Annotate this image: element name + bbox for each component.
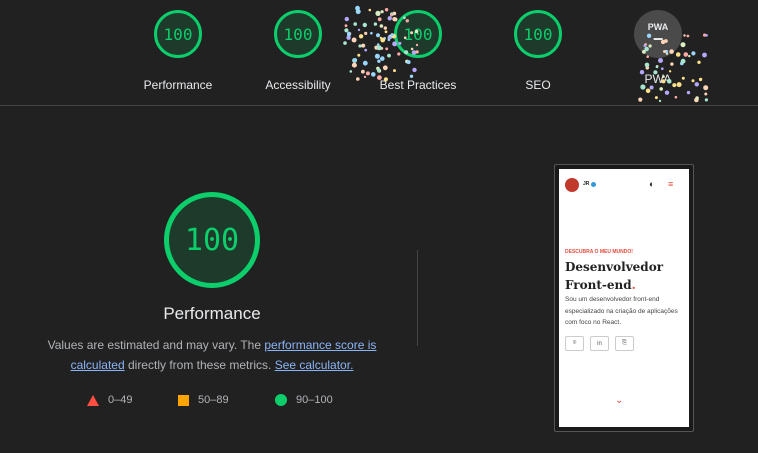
category-accessibility[interactable]: 100 Accessibility	[238, 10, 358, 92]
desc-prefix: Values are estimated and may vary. The	[47, 338, 265, 352]
github-icon: ⌾	[565, 336, 584, 351]
fail-triangle-icon	[87, 394, 99, 406]
hero-kicker: DESCUBRA O MEU MUNDO!	[565, 249, 633, 255]
average-square-icon	[178, 394, 189, 406]
hero-body: Sou um desenvolvedor front-end especiali…	[565, 296, 678, 326]
verified-icon	[591, 182, 596, 187]
document-icon: ⎘	[615, 336, 634, 351]
category-summary-bar: 100 Performance 100 Accessibility 100 Be…	[0, 0, 758, 106]
legend-pass-label: 90–100	[296, 394, 333, 406]
category-performance[interactable]: 100 Performance	[118, 10, 238, 92]
seo-label: SEO	[525, 78, 551, 92]
legend-fail-label: 0–49	[108, 394, 133, 406]
legend-pass: 90–100	[275, 394, 333, 406]
accessibility-label: Accessibility	[265, 78, 331, 92]
scroll-down-icon: ⌄	[615, 395, 624, 406]
section-divider	[417, 250, 418, 346]
best-practices-label: Best Practices	[379, 78, 457, 92]
seo-gauge: 100	[514, 10, 562, 58]
best-practices-gauge: 100	[394, 10, 442, 58]
desc-mid: directly from these metrics.	[124, 358, 275, 372]
hero-heading: Desenvolvedor Front-end.	[565, 258, 685, 294]
hero-heading-line1: Desenvolvedor	[565, 260, 664, 274]
final-screenshot: JR ◐ ≡ DESCUBRA O MEU MUNDO! Desenvolved…	[559, 169, 689, 427]
menu-icon: ≡	[668, 179, 674, 189]
theme-toggle-icon: ◐	[649, 179, 655, 189]
legend-average-label: 50–89	[198, 394, 229, 406]
legend-average: 50–89	[178, 394, 229, 406]
performance-title: Performance	[163, 304, 261, 323]
category-best-practices[interactable]: 100 Best Practices	[358, 10, 478, 92]
pass-circle-icon	[275, 394, 287, 406]
pwa-badge-icon: PWA −	[634, 10, 682, 58]
social-icons: ⌾ in ⎘	[565, 336, 634, 351]
hero-heading-line2: Front-end	[565, 278, 632, 292]
score-description: Values are estimated and may vary. The p…	[40, 335, 384, 375]
performance-label: Performance	[143, 78, 213, 92]
pwa-dash-icon: −	[652, 29, 664, 49]
accessibility-gauge: 100	[274, 10, 322, 58]
legend-fail: 0–49	[87, 394, 132, 406]
site-name: JR	[583, 181, 590, 187]
performance-main-gauge: 100	[164, 192, 260, 288]
see-calculator-link[interactable]: See calculator.	[275, 358, 354, 372]
category-pwa[interactable]: PWA − PWA	[598, 10, 718, 86]
performance-gauge: 100	[154, 10, 202, 58]
category-seo[interactable]: 100 SEO	[478, 10, 598, 92]
hero-heading-dot: .	[631, 278, 636, 292]
avatar	[565, 178, 579, 192]
pwa-label: PWA	[644, 72, 672, 86]
final-screenshot-frame[interactable]: JR ◐ ≡ DESCUBRA O MEU MUNDO! Desenvolved…	[554, 164, 694, 432]
linkedin-icon: in	[590, 336, 609, 351]
